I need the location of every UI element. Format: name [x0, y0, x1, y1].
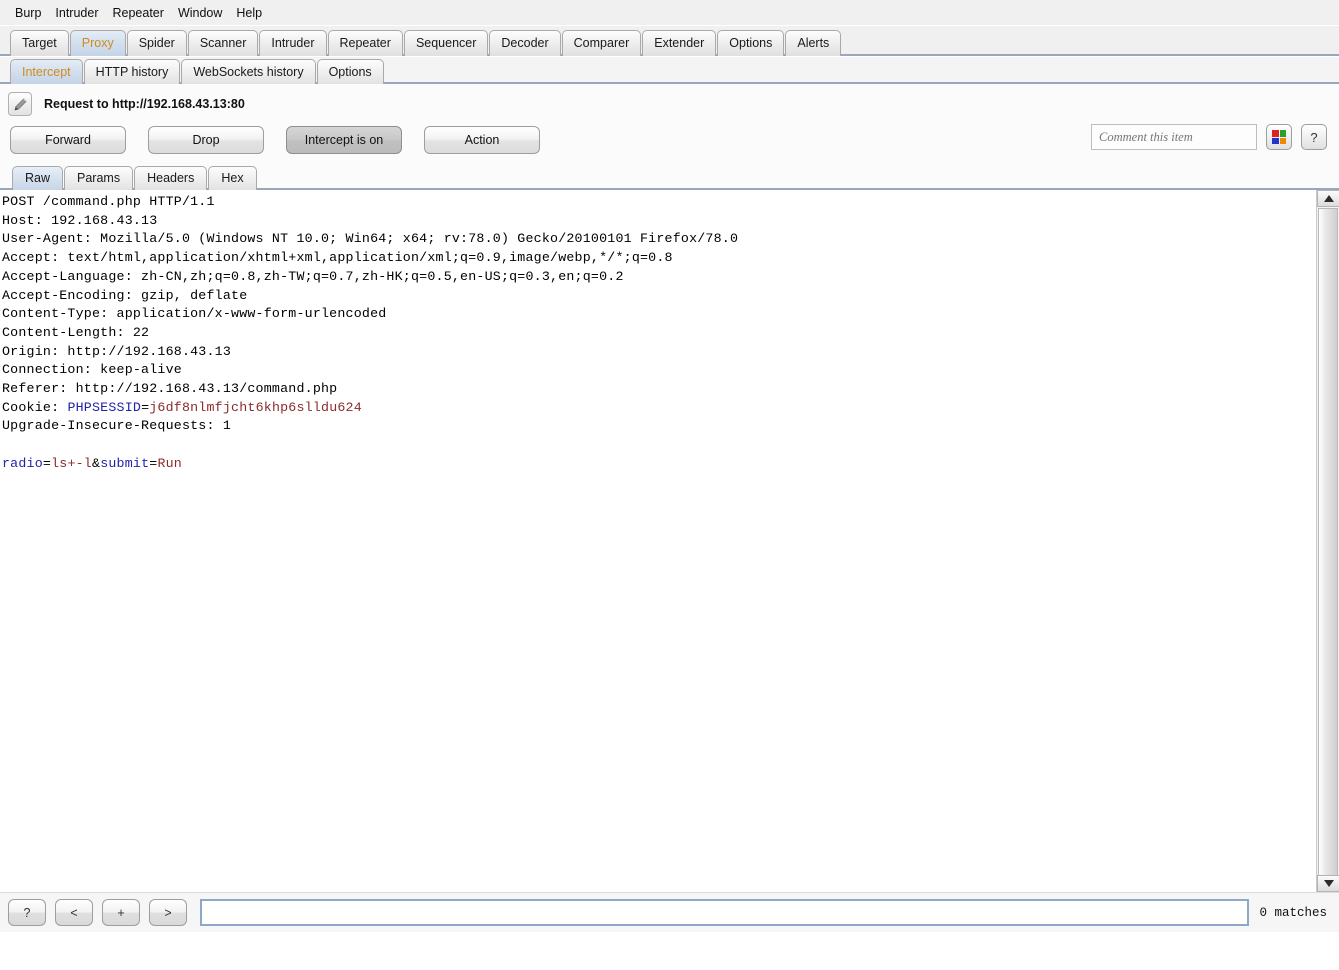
search-next-button[interactable]: >: [149, 899, 187, 926]
tab-proxy-options[interactable]: Options: [316, 59, 384, 84]
right-tool-group: ?: [1091, 124, 1327, 150]
tab-repeater[interactable]: Repeater: [327, 30, 403, 56]
search-help-button[interactable]: ?: [8, 899, 46, 926]
menu-item-intruder[interactable]: Intruder: [48, 4, 105, 22]
proxy-tab-bar: Intercept HTTP history WebSockets histor…: [0, 56, 1339, 84]
scroll-thumb[interactable]: [1318, 208, 1338, 892]
main-tab-bar: Target Proxy Spider Scanner Intruder Rep…: [0, 26, 1339, 56]
tab-raw[interactable]: Raw: [12, 166, 64, 190]
intercept-toggle-button[interactable]: Intercept is on: [286, 126, 402, 154]
tab-intruder[interactable]: Intruder: [259, 30, 327, 56]
search-input[interactable]: [200, 899, 1250, 926]
search-prev-button[interactable]: <: [55, 899, 93, 926]
menu-item-burp[interactable]: Burp: [8, 4, 48, 22]
menu-item-repeater[interactable]: Repeater: [106, 4, 171, 22]
search-bar: ? < + > 0 matches: [0, 892, 1339, 932]
tab-extender[interactable]: Extender: [642, 30, 717, 56]
help-icon[interactable]: ?: [1301, 124, 1327, 150]
color-swatch-icon[interactable]: [1266, 124, 1292, 150]
tab-spider[interactable]: Spider: [126, 30, 187, 56]
menu-item-help[interactable]: Help: [229, 4, 269, 22]
search-add-button[interactable]: +: [102, 899, 140, 926]
tab-params[interactable]: Params: [64, 166, 134, 190]
match-count-label: 0 matches: [1259, 905, 1327, 920]
scroll-down-arrow-icon[interactable]: [1317, 875, 1339, 892]
request-header-line: Request to http://192.168.43.13:80: [0, 84, 1339, 120]
raw-request-text[interactable]: POST /command.php HTTP/1.1 Host: 192.168…: [0, 190, 1315, 474]
swatch-grid: [1272, 130, 1286, 144]
intercept-toolbar: Request to http://192.168.43.13:80 Forwa…: [0, 84, 1339, 164]
pencil-icon[interactable]: [8, 92, 32, 116]
tab-proxy[interactable]: Proxy: [69, 30, 126, 56]
message-tab-bar: Raw Params Headers Hex: [0, 164, 1339, 190]
tab-scanner[interactable]: Scanner: [187, 30, 259, 56]
scroll-up-arrow-icon[interactable]: [1317, 190, 1339, 207]
drop-button[interactable]: Drop: [148, 126, 264, 154]
tab-sequencer[interactable]: Sequencer: [403, 30, 489, 56]
tab-intercept[interactable]: Intercept: [10, 59, 83, 84]
tab-hex[interactable]: Hex: [208, 166, 257, 190]
tab-headers[interactable]: Headers: [134, 166, 208, 190]
comment-input[interactable]: [1091, 124, 1257, 150]
tab-options[interactable]: Options: [717, 30, 785, 56]
tab-comparer[interactable]: Comparer: [561, 30, 642, 56]
tab-websockets-history[interactable]: WebSockets history: [181, 59, 316, 84]
menu-item-window[interactable]: Window: [171, 4, 229, 22]
intercept-button-row: Forward Drop Intercept is on Action ?: [0, 120, 1339, 164]
menu-bar: Burp Intruder Repeater Window Help: [0, 0, 1339, 26]
tab-alerts[interactable]: Alerts: [785, 30, 842, 56]
action-button[interactable]: Action: [424, 126, 540, 154]
forward-button[interactable]: Forward: [10, 126, 126, 154]
tab-http-history[interactable]: HTTP history: [83, 59, 181, 84]
request-target-label: Request to http://192.168.43.13:80: [44, 97, 245, 111]
tab-decoder[interactable]: Decoder: [489, 30, 561, 56]
editor-vertical-scrollbar[interactable]: [1316, 190, 1339, 892]
raw-request-editor[interactable]: POST /command.php HTTP/1.1 Host: 192.168…: [0, 190, 1339, 892]
tab-target[interactable]: Target: [10, 30, 69, 56]
